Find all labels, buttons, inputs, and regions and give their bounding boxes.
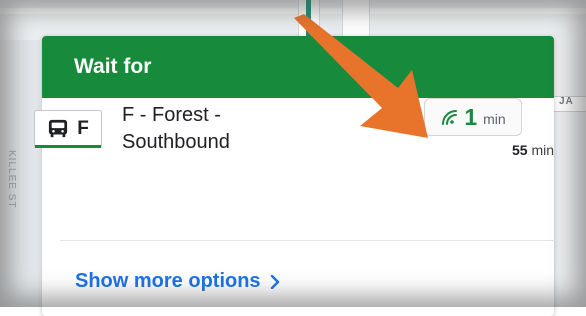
next-departure-value: 55 — [511, 142, 528, 158]
show-more-options-label: Show more options — [75, 270, 261, 292]
route-badge: F — [34, 110, 102, 148]
bus-icon — [49, 119, 68, 138]
divider — [60, 240, 556, 241]
map-road — [298, 0, 320, 40]
chevron-right-icon — [270, 274, 279, 289]
eta-value: 1 — [464, 103, 478, 130]
map-road — [0, 8, 586, 14]
street-label: KILLEE ST — [6, 150, 17, 209]
route-name[interactable]: F - Forest - Southbound — [122, 102, 230, 156]
eta-pill[interactable]: 1 min — [424, 98, 522, 136]
live-signal-icon — [442, 110, 458, 125]
transit-line — [306, 0, 311, 40]
card-header: Wait for — [42, 36, 554, 98]
next-departure: 55 min — [512, 142, 554, 158]
route-code: F — [77, 118, 89, 139]
street-label: JA — [559, 96, 574, 107]
eta-unit: min — [483, 111, 506, 127]
card-title: Wait for — [74, 55, 152, 78]
show-more-options-link[interactable]: Show more options — [75, 270, 281, 293]
next-departure-unit: min — [531, 142, 554, 158]
map-road — [342, 0, 370, 40]
route-color-bar — [35, 145, 101, 148]
route-name-line1: F - Forest - — [122, 104, 221, 126]
route-name-line2: Southbound — [122, 131, 230, 153]
